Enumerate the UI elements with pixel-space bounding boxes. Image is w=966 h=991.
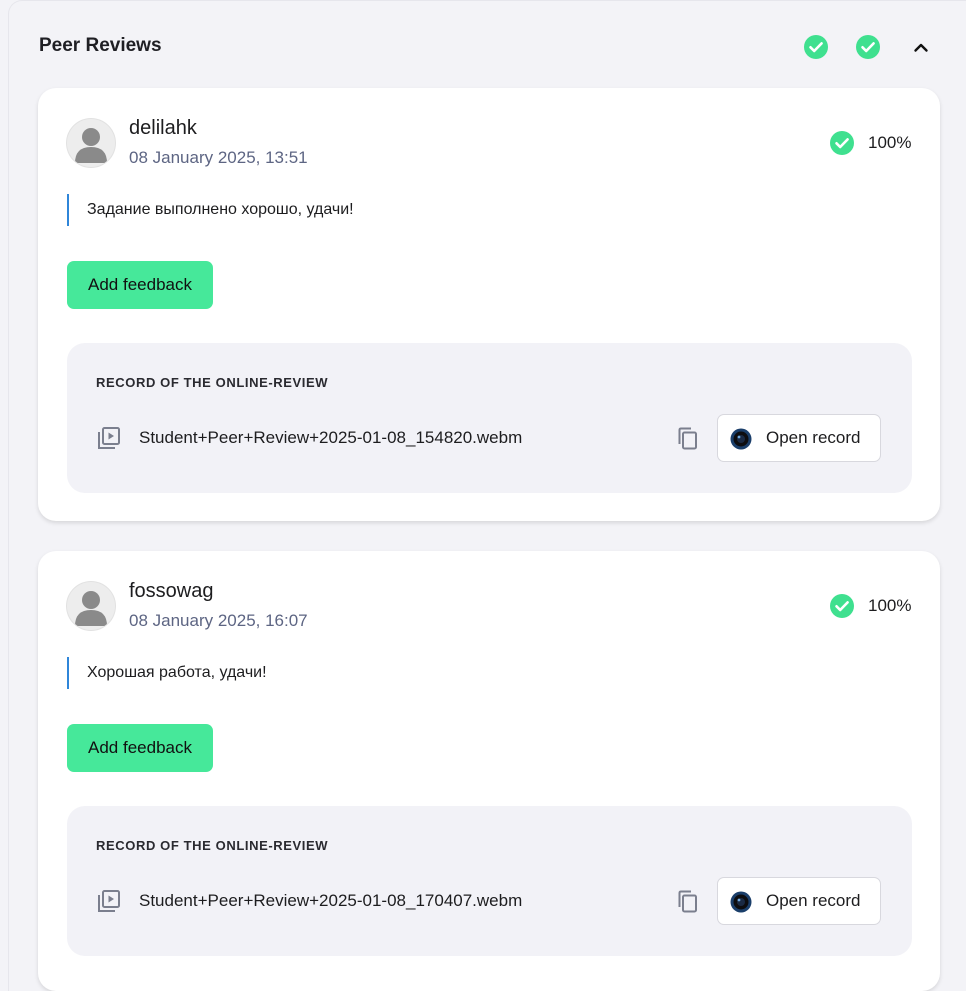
check-circle-icon [856,35,880,59]
open-record-button[interactable]: Open record [717,877,881,925]
review-comment: Задание выполнено хорошо, удачи! [67,194,354,226]
record-camera-icon [730,891,752,913]
avatar [67,582,115,630]
video-play-icon [98,427,120,449]
peer-reviews-panel: Peer Reviews delilahk 08 January 2025, 1… [8,0,966,991]
open-record-label: Open record [766,428,861,447]
record-filename: Student+Peer+Review+2025-01-08_154820.we… [139,428,523,447]
open-record-label: Open record [766,891,861,910]
check-circle-icon [830,594,854,618]
review-score: 100% [868,596,912,615]
review-score: 100% [868,133,912,152]
video-play-icon [98,890,120,912]
reviewer-username: delilahk [129,117,197,139]
user-icon [75,128,107,163]
check-circle-icon [804,35,828,59]
reviewer-username: fossowag [129,580,214,602]
copy-icon[interactable] [675,889,701,915]
review-comment: Хорошая работа, удачи! [67,657,267,689]
review-card: delilahk 08 January 2025, 13:51 100% Зад… [38,88,940,521]
panel-header: Peer Reviews [39,35,966,63]
add-feedback-button[interactable]: Add feedback [67,261,213,309]
record-camera-icon [730,428,752,450]
review-date: 08 January 2025, 16:07 [129,611,308,630]
copy-icon[interactable] [675,426,701,452]
chevron-up-icon[interactable] [909,35,933,59]
add-feedback-button[interactable]: Add feedback [67,724,213,772]
panel-title: Peer Reviews [39,35,162,56]
open-record-button[interactable]: Open record [717,414,881,462]
review-card: fossowag 08 January 2025, 16:07 100% Хор… [38,551,940,991]
review-date: 08 January 2025, 13:51 [129,148,308,167]
record-section: RECORD OF THE ONLINE-REVIEW Student+Peer… [67,343,912,493]
record-title: RECORD OF THE ONLINE-REVIEW [96,375,329,390]
record-title: RECORD OF THE ONLINE-REVIEW [96,838,329,853]
user-icon [75,591,107,626]
avatar [67,119,115,167]
record-filename: Student+Peer+Review+2025-01-08_170407.we… [139,891,523,910]
check-circle-icon [830,131,854,155]
record-section: RECORD OF THE ONLINE-REVIEW Student+Peer… [67,806,912,956]
